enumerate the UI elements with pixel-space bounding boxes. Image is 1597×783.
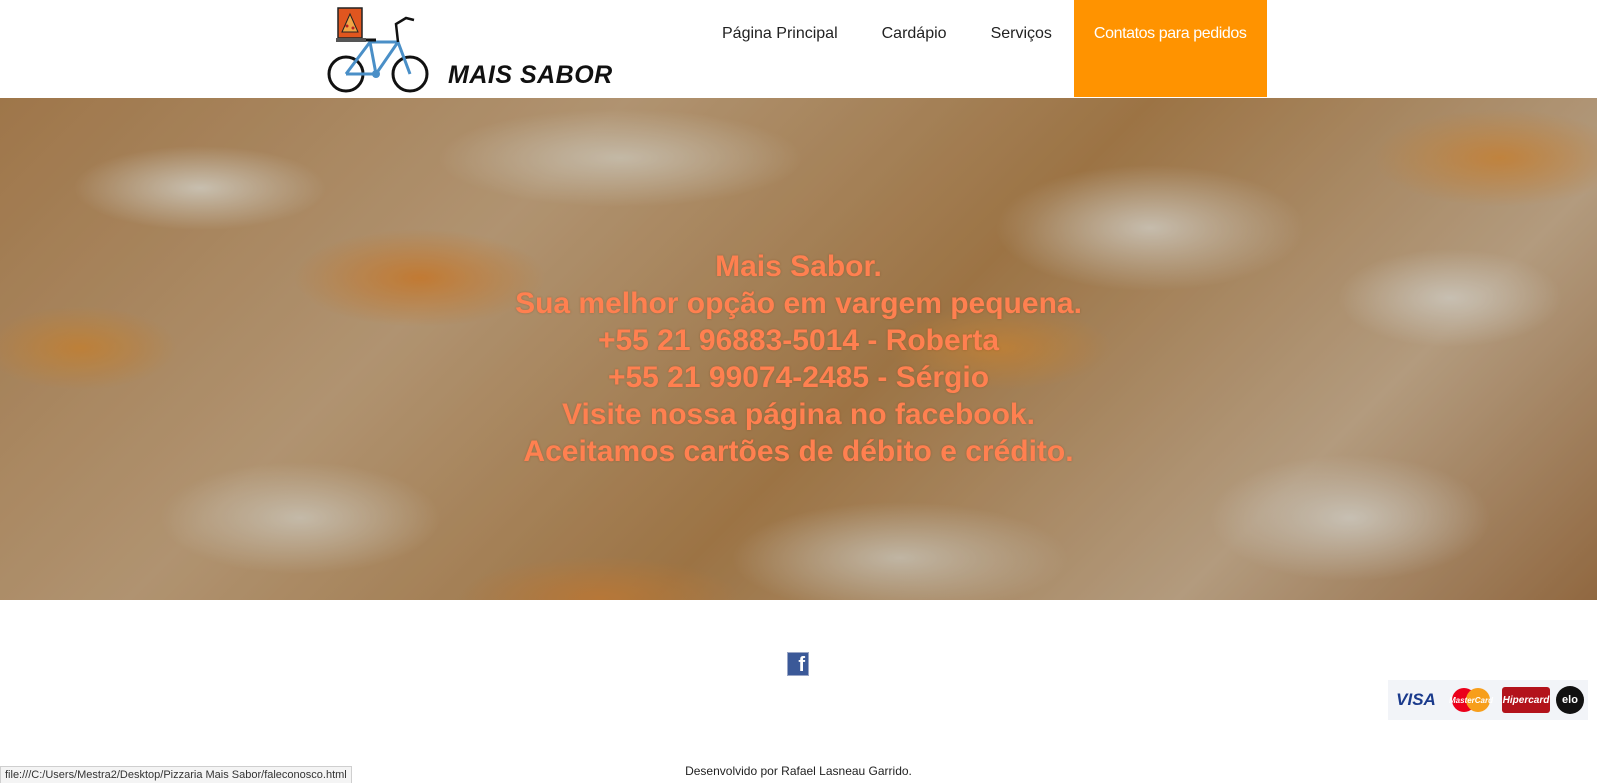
- site-header: MAIS SABOR Página Principal Cardápio Ser…: [0, 0, 1597, 98]
- hero-banner: Mais Sabor. Sua melhor opção em vargem p…: [0, 98, 1597, 600]
- delivery-bike-icon: [327, 7, 429, 93]
- visa-logo: VISA: [1396, 690, 1436, 709]
- nav-item-home[interactable]: Página Principal: [700, 0, 860, 97]
- logo-text: MAIS SABOR: [448, 61, 613, 89]
- hero-text: Mais Sabor. Sua melhor opção em vargem p…: [0, 248, 1597, 470]
- mastercard-logo: MasterCard: [1446, 687, 1496, 713]
- hero-title: Mais Sabor.: [715, 250, 882, 283]
- nav-item-services[interactable]: Serviços: [969, 0, 1074, 97]
- payment-cards: VISA MasterCard Hipercard elo: [1388, 680, 1588, 720]
- nav-item-menu[interactable]: Cardápio: [860, 0, 969, 97]
- main-nav: Página Principal Cardápio Serviços Conta…: [700, 0, 1267, 97]
- hero-phone-sergio: +55 21 99074-2485 - Sérgio: [607, 361, 990, 394]
- mastercard-label: MasterCard: [1449, 696, 1494, 705]
- hero-phone-roberta: +55 21 96883-5014 - Roberta: [597, 324, 1000, 357]
- site-logo[interactable]: MAIS SABOR: [326, 6, 626, 96]
- nav-item-contacts[interactable]: Contatos para pedidos: [1073, 0, 1267, 97]
- elo-logo: elo: [1556, 686, 1584, 714]
- hipercard-logo: Hipercard: [1502, 687, 1550, 713]
- hero-tagline: Sua melhor opção em vargem pequena.: [515, 287, 1082, 320]
- browser-status-bar: file:///C:/Users/Mestra2/Desktop/Pizzari…: [0, 766, 352, 783]
- facebook-icon[interactable]: f: [787, 652, 809, 676]
- hero-payment-note: Aceitamos cartões de débito e crédito.: [523, 435, 1074, 468]
- hero-facebook-note: Visite nossa página no facebook.: [562, 398, 1035, 431]
